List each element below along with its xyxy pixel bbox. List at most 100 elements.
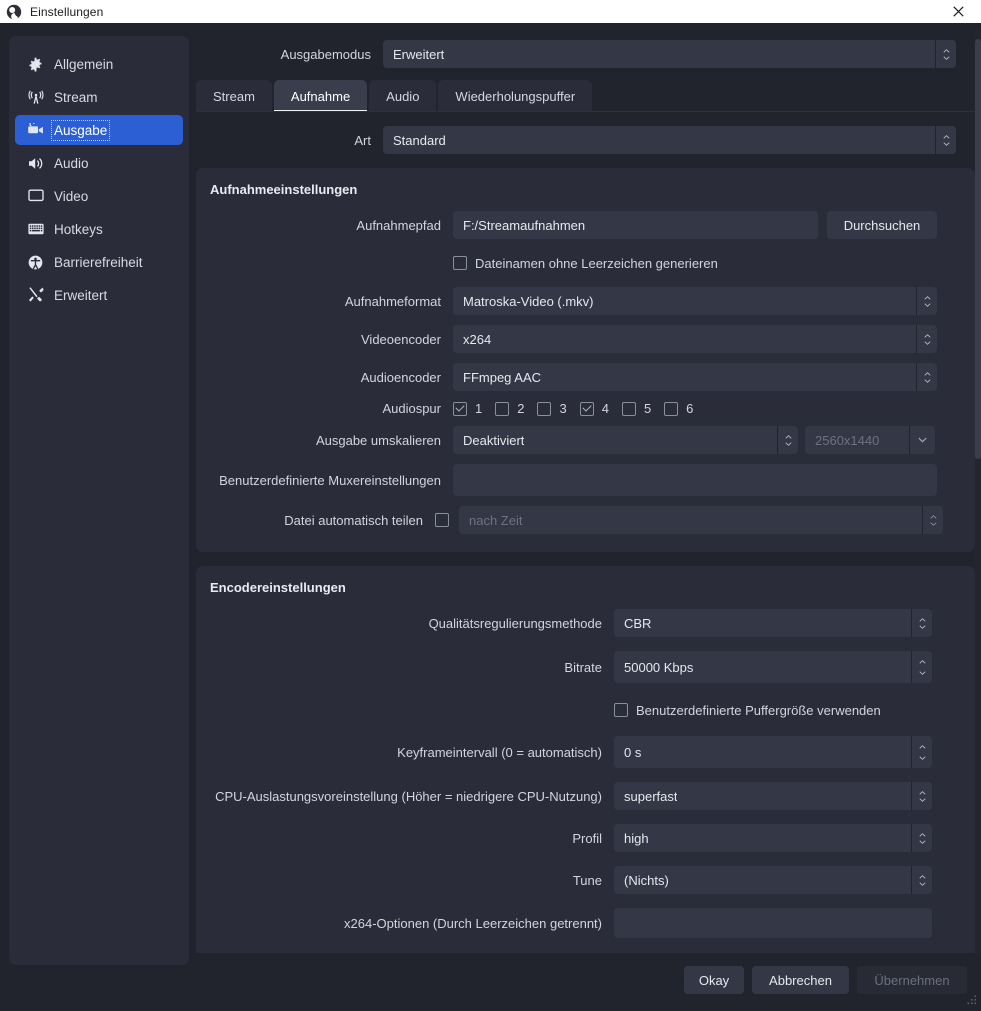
sidebar-item-audio[interactable]: Audio [15,148,183,178]
spinner-arrows-icon[interactable] [777,426,798,454]
audio-track-6[interactable]: 6 [664,401,693,416]
audio-track-1[interactable]: 1 [453,401,482,416]
audio-track-4[interactable]: 4 [579,401,609,416]
spinner-arrows-icon[interactable] [911,866,932,894]
rescale-output-row: Ausgabe umskalieren Deaktiviert 2560x144… [208,426,959,454]
cpu-preset-row: CPU-Auslastungsvoreinstellung (Höher = n… [208,782,959,810]
tab-wiederholungspuffer[interactable]: Wiederholungspuffer [438,80,593,112]
recording-settings-title: Aufnahmeeinstellungen [210,182,358,197]
sidebar-item-stream[interactable]: Stream [15,82,183,112]
spinner-arrows-icon[interactable] [916,325,937,353]
type-combobox[interactable]: Standard [383,126,956,154]
rescale-output-combobox[interactable]: Deaktiviert [453,426,798,454]
custom-buffer-label: Benutzerdefinierte Puffergröße verwenden [636,702,881,718]
spinner-arrows-icon[interactable] [911,782,932,810]
audio-track-label: 3 [559,401,567,416]
profile-value: high [624,830,649,846]
sidebar-item-barrierefreiheit[interactable]: Barrierefreiheit [15,247,183,277]
audio-encoder-value: FFmpeg AAC [463,369,542,385]
checkbox-box [495,401,510,416]
x264-options-input[interactable] [614,908,932,938]
tune-label: Tune [572,872,602,888]
muxer-settings-input[interactable] [453,464,937,496]
custom-buffer-checkbox[interactable]: Benutzerdefinierte Puffergröße verwenden [614,697,881,723]
bitrate-spinbox[interactable]: 50000 Kbps [614,651,932,683]
video-encoder-value: x264 [463,331,492,347]
keyframe-interval-spinbox[interactable]: 0 s [614,736,932,768]
bitrate-value: 50000 Kbps [624,659,694,675]
ok-button[interactable]: Okay [684,966,744,994]
audio-track-3[interactable]: 3 [537,401,567,416]
checkbox-box [579,401,594,416]
scrollbar-thumb[interactable] [975,39,981,459]
x264-options-label: x264-Optionen (Durch Leerzeichen getrenn… [344,915,602,931]
cancel-button[interactable]: Abbrechen [752,966,849,994]
tab-aufnahme[interactable]: Aufnahme [273,80,368,112]
no-spaces-row: Dateinamen ohne Leerzeichen generieren [208,249,959,277]
audio-encoder-combobox[interactable]: FFmpeg AAC [453,363,937,391]
checkbox-box [453,401,467,416]
spinner-arrows-icon[interactable] [935,126,956,154]
audio-track-label: 5 [643,401,652,416]
accessibility-icon [27,254,44,271]
content-scrollbar[interactable] [975,31,981,953]
audio-track-5[interactable]: 5 [621,401,652,416]
video-encoder-combobox[interactable]: x264 [453,325,937,353]
rescale-output-value: Deaktiviert [463,432,525,448]
spinner-arrows-icon[interactable] [911,736,932,768]
recording-path-value: F:/Streamaufnahmen [463,217,586,233]
tune-combobox[interactable]: (Nichts) [614,866,932,894]
spinner-arrows-icon[interactable] [922,506,943,534]
muxer-settings-label: Benutzerdefinierte Muxereinstellungen [219,472,441,488]
custom-buffer-row: Benutzerdefinierte Puffergröße verwenden [208,697,959,723]
spinner-arrows-icon[interactable] [916,363,937,391]
obs-logo-icon [6,4,22,20]
spinner-arrows-icon[interactable] [916,287,937,315]
spinner-arrows-icon[interactable] [911,651,932,683]
resize-grip-icon[interactable] [966,993,978,1005]
sidebar-item-hotkeys[interactable]: Hotkeys [15,214,183,244]
tune-value: (Nichts) [624,872,669,888]
output-camera-icon [27,122,44,139]
tab-audio[interactable]: Audio [369,80,437,112]
recording-path-row: Aufnahmepfad F:/Streamaufnahmen Durchsuc… [208,211,959,239]
cpu-preset-combobox[interactable]: superfast [614,782,932,810]
browse-button[interactable]: Durchsuchen [827,211,937,239]
spinner-arrows-icon[interactable] [935,40,956,68]
settings-sidebar: Allgemein Stream Ausgabe Audio Video Hot… [9,36,189,965]
audio-track-2[interactable]: 2 [495,401,524,416]
video-encoder-row: Videoencoder x264 [208,325,959,353]
rate-control-combobox[interactable]: CBR [614,609,932,637]
ok-button-label: Okay [698,972,730,988]
sidebar-item-video[interactable]: Video [15,181,183,211]
close-icon[interactable] [935,0,981,23]
auto-split-input[interactable]: nach Zeit [459,506,943,534]
rate-control-label: Qualitätsregulierungsmethode [428,615,602,631]
chevron-down-icon[interactable] [909,426,935,454]
audio-encoder-row: Audioencoder FFmpeg AAC [208,363,959,391]
sidebar-item-label: Erweitert [54,287,108,303]
tab-stream[interactable]: Stream [196,80,272,112]
output-mode-combobox[interactable]: Erweitert [383,40,956,68]
recording-format-combobox[interactable]: Matroska-Video (.mkv) [453,287,937,315]
spinner-arrows-icon[interactable] [911,609,932,637]
audio-track-label: 1 [475,401,483,416]
sidebar-item-allgemein[interactable]: Allgemein [15,49,183,79]
rate-control-value: CBR [624,615,652,631]
sidebar-item-label: Allgemein [54,56,114,72]
muxer-settings-row: Benutzerdefinierte Muxereinstellungen [208,464,959,496]
rescale-resolution-combobox[interactable]: 2560x1440 [805,426,935,454]
recording-path-input[interactable]: F:/Streamaufnahmen [453,211,818,239]
spinner-arrows-icon[interactable] [911,824,932,852]
output-tabs: Stream Aufnahme Audio Wiederholungspuffe… [196,78,975,112]
auto-split-label: Datei automatisch teilen [284,512,423,528]
sidebar-item-erweitert[interactable]: Erweitert [15,280,183,310]
rate-control-row: Qualitätsregulierungsmethode CBR [208,609,959,637]
keyframe-interval-row: Keyframeintervall (0 = automatisch) 0 s [208,736,959,768]
auto-split-checkbox[interactable] [435,513,449,527]
no-spaces-checkbox[interactable]: Dateinamen ohne Leerzeichen generieren [453,249,718,277]
type-row: Art Standard [196,126,975,154]
profile-combobox[interactable]: high [614,824,932,852]
sidebar-item-ausgabe[interactable]: Ausgabe [15,115,183,145]
bitrate-label: Bitrate [564,659,602,675]
